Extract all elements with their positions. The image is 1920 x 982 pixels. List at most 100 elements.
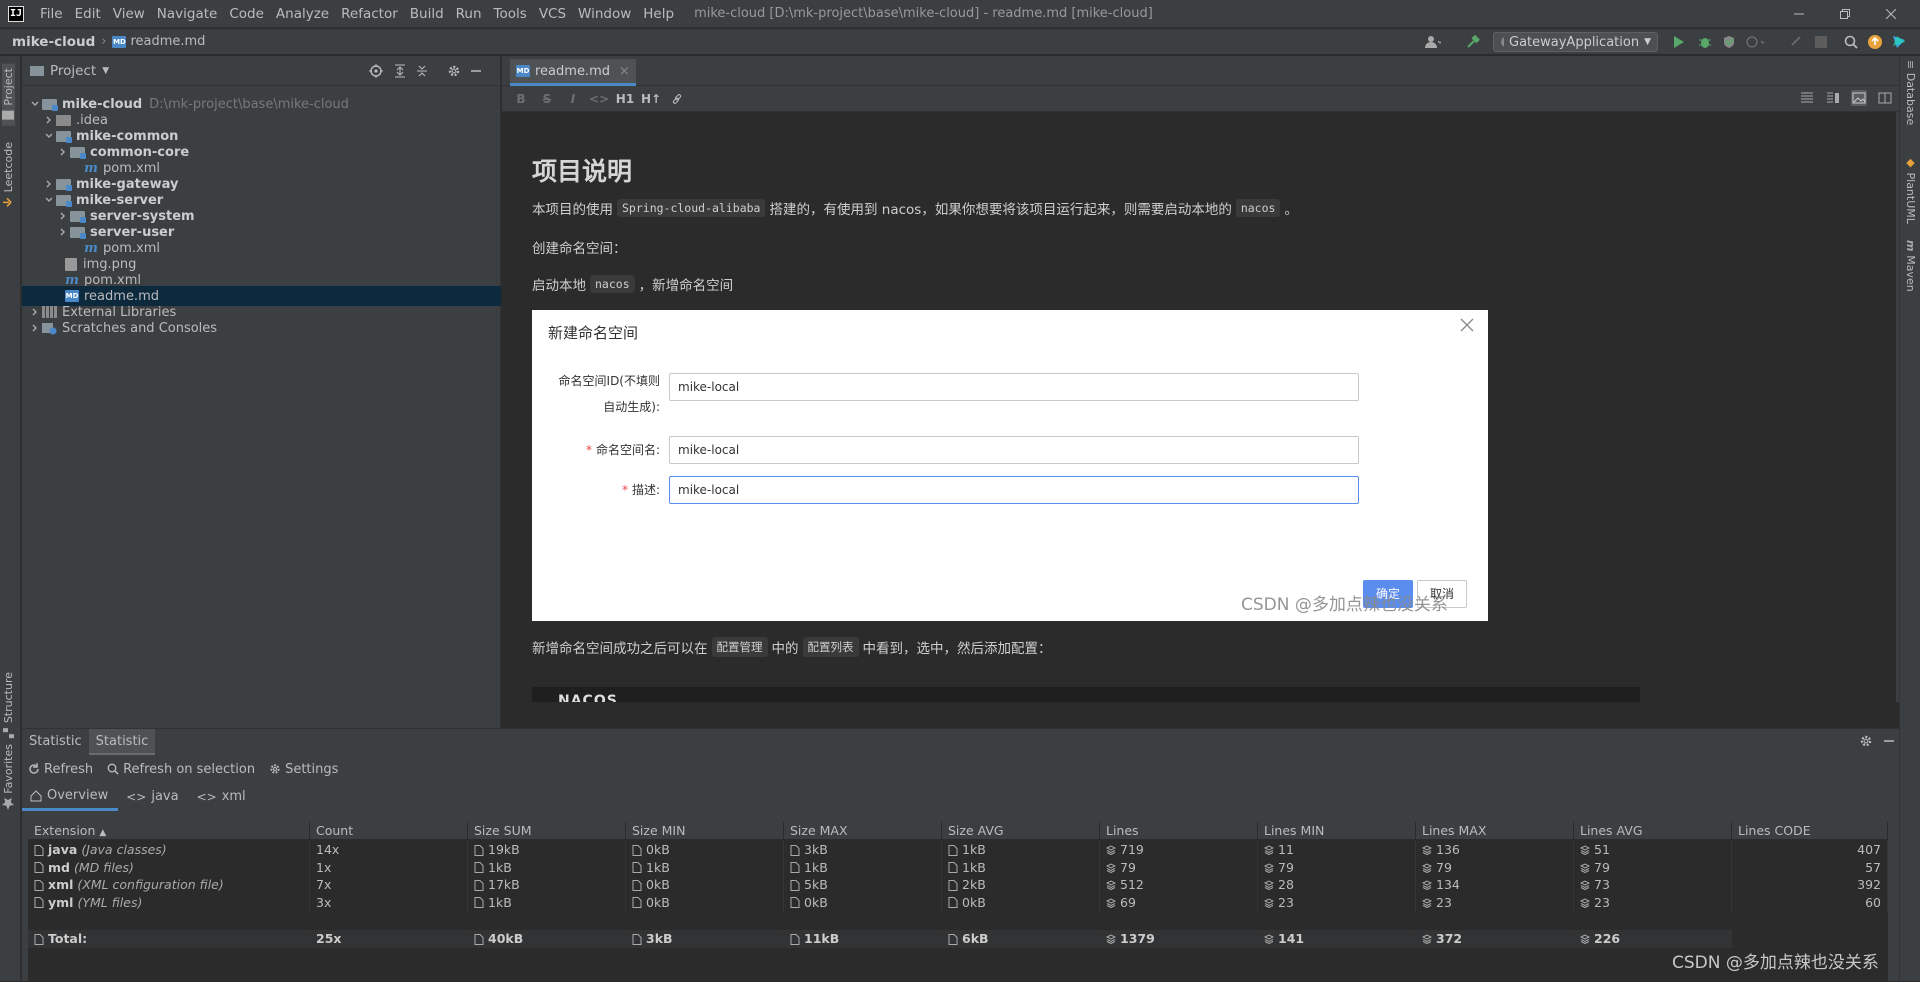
- tab-statistic-2[interactable]: Statistic: [88, 729, 156, 755]
- chevron-right-icon[interactable]: [28, 324, 42, 332]
- chevron-down-icon[interactable]: [42, 196, 56, 204]
- chevron-down-icon[interactable]: ▼: [102, 66, 109, 76]
- file-icon: [948, 862, 958, 873]
- column-header-size-sum[interactable]: Size SUM: [468, 822, 626, 840]
- build-hammer-icon[interactable]: [1464, 33, 1482, 51]
- update-icon[interactable]: [1866, 33, 1884, 51]
- close-tab-icon[interactable]: ×: [619, 64, 630, 79]
- database-tool-tab[interactable]: ≡ Database: [1904, 60, 1917, 125]
- column-header-count[interactable]: Count: [310, 822, 468, 840]
- expand-all-icon[interactable]: [392, 63, 408, 79]
- code-button[interactable]: <>: [586, 92, 612, 106]
- gear-icon[interactable]: [446, 63, 462, 79]
- chevron-right-icon[interactable]: [56, 148, 70, 156]
- column-header-lines-code[interactable]: Lines CODE: [1732, 822, 1888, 840]
- run-icon[interactable]: [1670, 33, 1688, 51]
- structure-tool-tab[interactable]: Structure: [2, 672, 15, 739]
- run-configuration-select[interactable]: GatewayApplication ▼: [1493, 32, 1658, 52]
- column-header-lines-avg[interactable]: Lines AVG: [1574, 822, 1732, 840]
- project-view-select[interactable]: Project: [50, 63, 96, 79]
- menu-refactor[interactable]: Refactor: [335, 0, 404, 28]
- menu-build[interactable]: Build: [404, 0, 450, 28]
- locate-file-icon[interactable]: [368, 63, 384, 79]
- user-icon[interactable]: [1424, 33, 1442, 51]
- chevron-right-icon[interactable]: [28, 308, 42, 316]
- breadcrumb-file[interactable]: MD readme.md: [112, 34, 205, 49]
- debug-icon[interactable]: [1696, 33, 1714, 51]
- split-view-icon[interactable]: [1825, 90, 1841, 106]
- menu-vcs[interactable]: VCS: [533, 0, 572, 28]
- gear-icon[interactable]: [1859, 734, 1873, 748]
- tab-java-label: java: [151, 789, 179, 804]
- preview-only-icon[interactable]: [1851, 90, 1867, 106]
- chevron-right-icon[interactable]: [56, 212, 70, 220]
- file-icon: [948, 897, 958, 908]
- layout-settings-icon[interactable]: [1877, 90, 1893, 106]
- file-icon: [632, 879, 642, 891]
- stop-icon[interactable]: [1812, 33, 1830, 51]
- strikethrough-button[interactable]: S: [534, 92, 560, 106]
- bold-button[interactable]: B: [508, 92, 534, 106]
- menu-file[interactable]: File: [34, 0, 69, 28]
- menu-code[interactable]: Code: [223, 0, 270, 28]
- column-header-extension[interactable]: Extension ▲: [28, 822, 310, 840]
- menu-analyze[interactable]: Analyze: [270, 0, 335, 28]
- editor-only-icon[interactable]: [1799, 90, 1815, 106]
- column-header-size-min[interactable]: Size MIN: [626, 822, 784, 840]
- namespace-name-label: * 命名空间名:: [542, 436, 660, 464]
- link-icon[interactable]: [664, 93, 690, 105]
- chevron-down-icon[interactable]: [42, 132, 56, 140]
- tab-xml[interactable]: <> xml: [189, 783, 256, 811]
- restore-icon[interactable]: [1822, 0, 1868, 28]
- lines-icon: [1580, 934, 1590, 944]
- column-header-size-max[interactable]: Size MAX: [784, 822, 942, 840]
- profile-icon[interactable]: [1746, 33, 1764, 51]
- tab-statistic-1[interactable]: Statistic: [22, 729, 89, 755]
- tree-item-scratches[interactable]: Scratches and Consoles: [22, 318, 501, 338]
- menu-tools[interactable]: Tools: [488, 0, 533, 28]
- search-icon[interactable]: [1842, 33, 1860, 51]
- leetcode-tool-tab[interactable]: Leetcode: [2, 142, 15, 208]
- project-panel: Project ▼ mike-cloud D:\mk-project\base\…: [22, 56, 501, 728]
- menu-window[interactable]: Window: [572, 0, 637, 28]
- heading-up-button[interactable]: H↑: [638, 92, 664, 106]
- breadcrumb-project[interactable]: mike-cloud: [12, 34, 95, 50]
- menu-run[interactable]: Run: [450, 0, 488, 28]
- editor-tab-readme[interactable]: MD readme.md ×: [510, 59, 636, 86]
- hide-panel-icon[interactable]: [1883, 735, 1895, 747]
- preview-scrollbar[interactable]: [1896, 112, 1899, 702]
- coverage-icon[interactable]: [1720, 33, 1738, 51]
- chevron-right-icon[interactable]: [56, 228, 70, 236]
- menu-help[interactable]: Help: [637, 0, 680, 28]
- column-header-lines-max[interactable]: Lines MAX: [1416, 822, 1574, 840]
- maven-tool-tab[interactable]: m Maven: [1904, 240, 1917, 292]
- file-icon: [790, 897, 800, 908]
- italic-button[interactable]: I: [560, 92, 586, 106]
- jetbrains-toolbox-icon[interactable]: [1890, 33, 1908, 51]
- favorites-tool-tab[interactable]: Favorites: [2, 744, 15, 810]
- plantuml-tool-tab[interactable]: ◆ PlantUML: [1904, 156, 1917, 224]
- chevron-right-icon[interactable]: [42, 116, 56, 124]
- column-header-lines-min[interactable]: Lines MIN: [1258, 822, 1416, 840]
- hide-panel-icon[interactable]: [468, 63, 484, 79]
- menu-navigate[interactable]: Navigate: [151, 0, 224, 28]
- minimize-icon[interactable]: [1776, 0, 1822, 28]
- settings-button[interactable]: Settings: [269, 762, 338, 777]
- column-header-size-avg[interactable]: Size AVG: [942, 822, 1100, 840]
- attach-icon[interactable]: [1788, 33, 1806, 51]
- refresh-on-selection-button[interactable]: Refresh on selection: [107, 762, 255, 777]
- menu-view[interactable]: View: [107, 0, 151, 28]
- chevron-right-icon[interactable]: [42, 180, 56, 188]
- chevron-down-icon[interactable]: [28, 100, 42, 108]
- column-header-lines[interactable]: Lines: [1100, 822, 1258, 840]
- close-window-icon[interactable]: [1868, 0, 1914, 28]
- tab-java[interactable]: <> java: [118, 783, 188, 811]
- tab-overview[interactable]: Overview: [22, 783, 119, 811]
- heading-button[interactable]: H1: [612, 92, 638, 106]
- collapse-all-icon[interactable]: [414, 63, 430, 79]
- menu-edit[interactable]: Edit: [69, 0, 107, 28]
- embedded-dialog-image: 新建命名空间 命名空间ID(不填则 自动生成): mike-local * 命名空…: [532, 310, 1488, 621]
- code-brackets-icon: <>: [126, 790, 147, 804]
- project-tool-tab[interactable]: Project: [2, 64, 15, 126]
- refresh-button[interactable]: Refresh: [28, 762, 93, 777]
